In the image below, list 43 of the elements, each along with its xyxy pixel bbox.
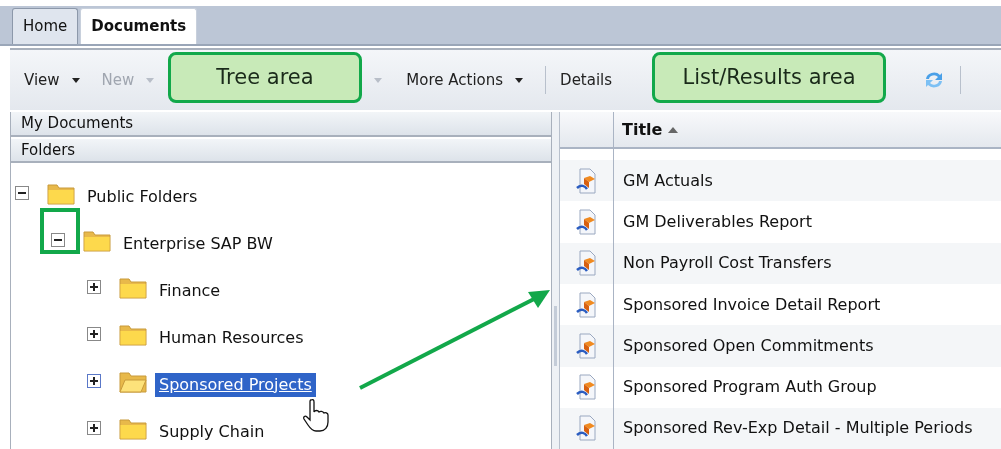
callout-label: Tree area [168, 52, 362, 103]
menu-button[interactable]: More Actions [406, 68, 524, 92]
list-row[interactable]: GM Actuals [560, 160, 1001, 202]
tree-item[interactable]: Public Folders [83, 184, 202, 209]
collapse-icon[interactable] [15, 185, 29, 200]
expand-icon[interactable] [87, 326, 101, 341]
tree-item[interactable]: Supply Chain [155, 419, 269, 444]
expand-icon[interactable] [87, 420, 101, 435]
list-row[interactable]: Sponsored Open Commitments [560, 325, 1001, 367]
caret-icon[interactable] [515, 77, 524, 83]
list-row[interactable]: Sponsored Rev-Exp Detail - Multiple Periods [560, 407, 1001, 449]
tree-item[interactable]: Finance [155, 278, 225, 303]
report-title: Sponsored Program Auth Group [622, 376, 877, 399]
tab[interactable]: Home [12, 8, 79, 44]
tree-item[interactable]: Human Resources [155, 325, 308, 350]
collapse-icon[interactable] [51, 232, 65, 247]
report-title: GM Actuals [622, 169, 713, 192]
report-document-icon [575, 209, 598, 236]
column-header[interactable]: Title [614, 112, 679, 148]
caret-icon[interactable] [71, 77, 80, 83]
report-document-icon [575, 374, 598, 401]
report-title: Sponsored Rev-Exp Detail - Multiple Periods [622, 417, 973, 440]
report-document-icon [575, 291, 598, 318]
tree-item[interactable]: Sponsored Projects [155, 372, 316, 397]
list-row[interactable]: Non Payroll Cost Transfers [560, 242, 1001, 284]
tree-item[interactable]: Enterprise SAP BW [119, 231, 277, 256]
hand-cursor-icon [303, 398, 329, 432]
report-title: Sponsored Invoice Detail Report [622, 293, 881, 316]
report-title: GM Deliverables Report [622, 211, 812, 234]
panel-header[interactable]: Folders [11, 138, 551, 163]
expand-icon[interactable] [87, 279, 101, 294]
expand-icon[interactable] [87, 373, 101, 388]
report-document-icon [575, 167, 598, 194]
report-document-icon [575, 332, 598, 359]
panel-header[interactable]: My Documents [11, 112, 551, 137]
report-title: Non Payroll Cost Transfers [622, 252, 832, 275]
callout-label: List/Results area [652, 52, 886, 103]
report-document-icon [575, 415, 598, 442]
details-button[interactable]: Details [560, 68, 613, 92]
report-document-icon [575, 250, 598, 277]
tab[interactable]: Documents [80, 8, 198, 44]
report-title: Sponsored Open Commitments [622, 334, 874, 357]
menu-button[interactable]: View [24, 68, 80, 92]
